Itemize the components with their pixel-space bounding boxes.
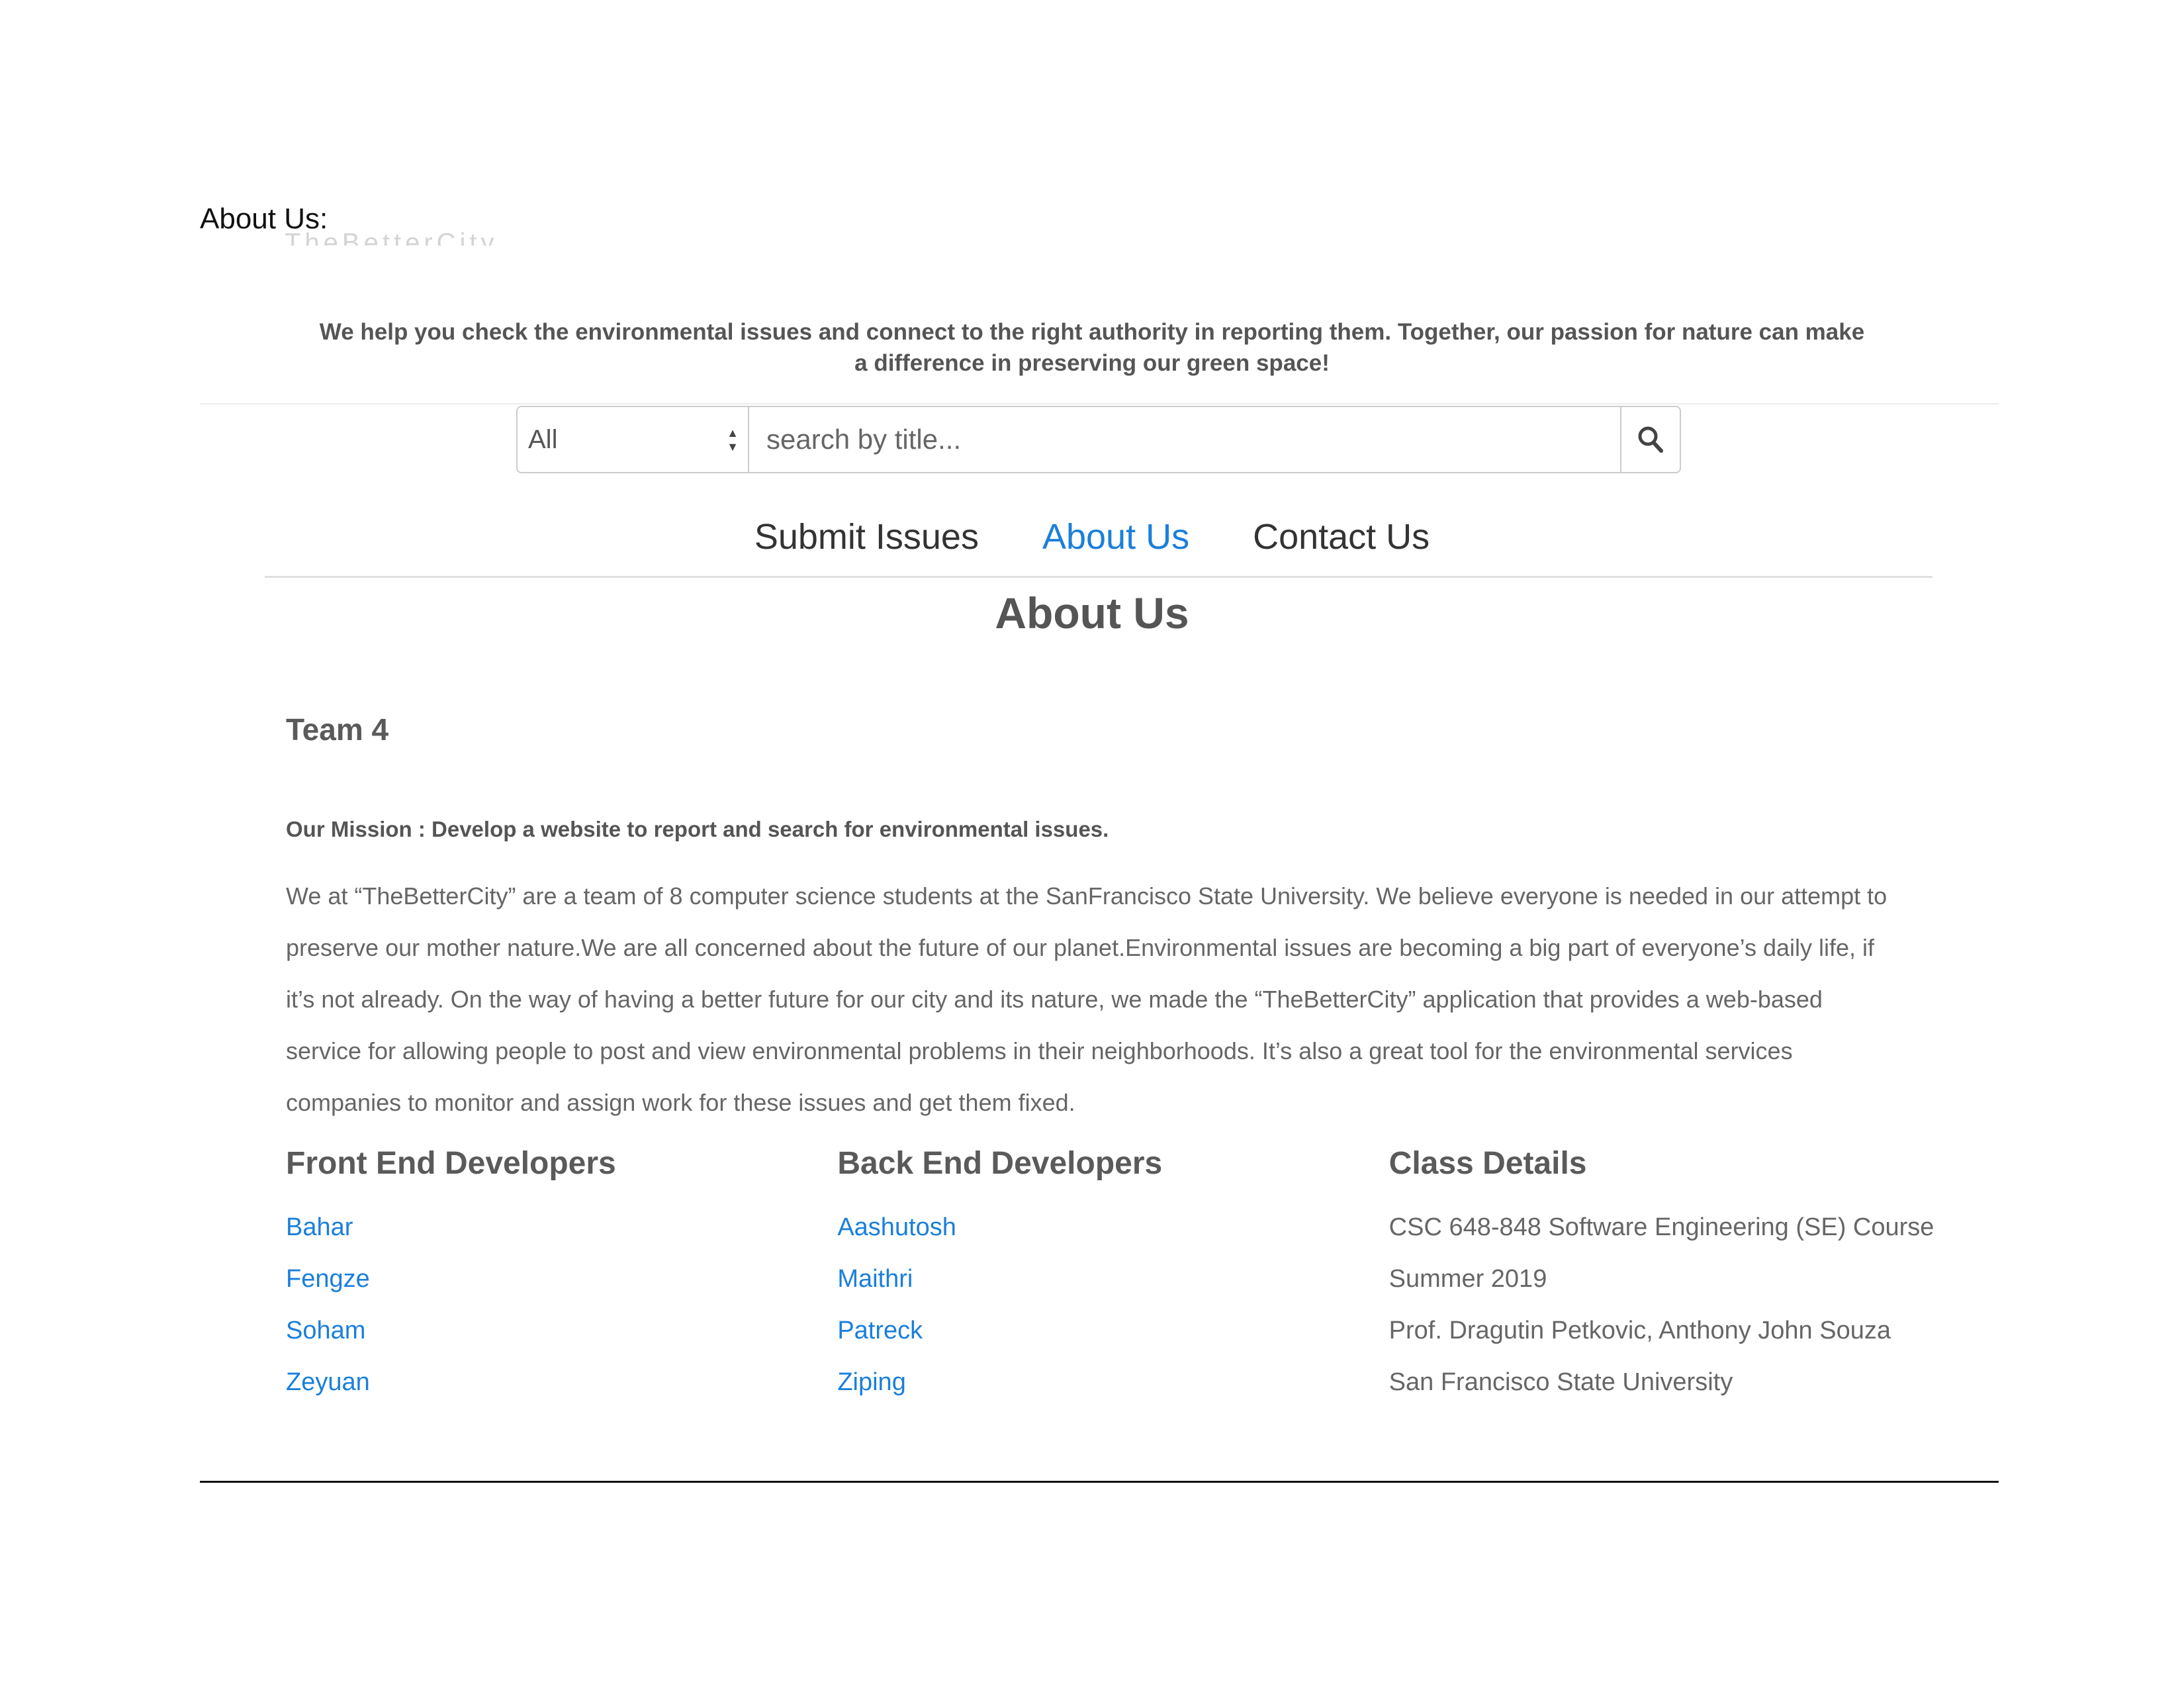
search-bar: All ▲ ▼ [516,406,1681,476]
developer-link[interactable]: Zeyuan [286,1356,837,1408]
nav-contact-us[interactable]: Contact Us [1253,516,1430,557]
class-details-heading: Class Details [1388,1146,1587,1181]
site-tagline: We help you check the environmental issu… [319,319,1865,376]
header-divider [200,403,1999,404]
search-button[interactable] [1621,406,1681,473]
category-select-value: All [528,424,558,454]
category-select[interactable]: All ▲ ▼ [516,406,749,473]
back-end-heading: Back End Developers [837,1146,1163,1181]
nav-about-us[interactable]: About Us [1042,516,1189,557]
front-end-heading: Front End Developers [286,1146,616,1181]
document-bottom-rule [200,1481,1999,1483]
class-detail-item: Summer 2019 [1388,1265,1547,1293]
class-detail-item: Prof. Dragutin Petkovic, Anthony John So… [1388,1317,1891,1344]
back-end-column: Back End Developers Aashutosh Maithri Pa… [837,1145,1388,1408]
developer-link[interactable]: Bahar [286,1201,837,1253]
developer-link[interactable]: Aashutosh [837,1201,1388,1253]
front-end-column: Front End Developers Bahar Fengze Soham … [286,1145,837,1408]
developer-link[interactable]: Maithri [837,1253,1388,1305]
class-details-column: Class Details CSC 648-848 Software Engin… [1389,1145,1940,1408]
developer-link[interactable]: Patreck [837,1305,1388,1356]
class-detail-item: CSC 648-848 Software Engineering (SE) Co… [1388,1213,1934,1241]
developer-link[interactable]: Fengze [286,1253,837,1305]
site-title-faded: TheBetterCity [285,228,498,246]
select-arrows-icon: ▲ ▼ [727,426,739,453]
team-columns: Front End Developers Bahar Fengze Soham … [286,1145,1940,1408]
nav-divider [265,576,1933,578]
search-icon [1638,426,1663,453]
page-title: About Us [995,588,1189,637]
developer-link[interactable]: Soham [286,1305,837,1356]
developer-link[interactable]: Ziping [837,1356,1388,1408]
nav-submit-issues[interactable]: Submit Issues [754,516,979,557]
about-description: We at “TheBetterCity” are a team of 8 co… [286,882,1888,1116]
class-detail-item: San Francisco State University [1388,1368,1733,1396]
search-input[interactable] [749,406,1621,473]
mission-statement: Our Mission : Develop a website to repor… [286,817,1109,841]
main-nav: Submit Issues About Us Contact Us [0,516,2184,557]
team-heading: Team 4 [286,712,389,747]
